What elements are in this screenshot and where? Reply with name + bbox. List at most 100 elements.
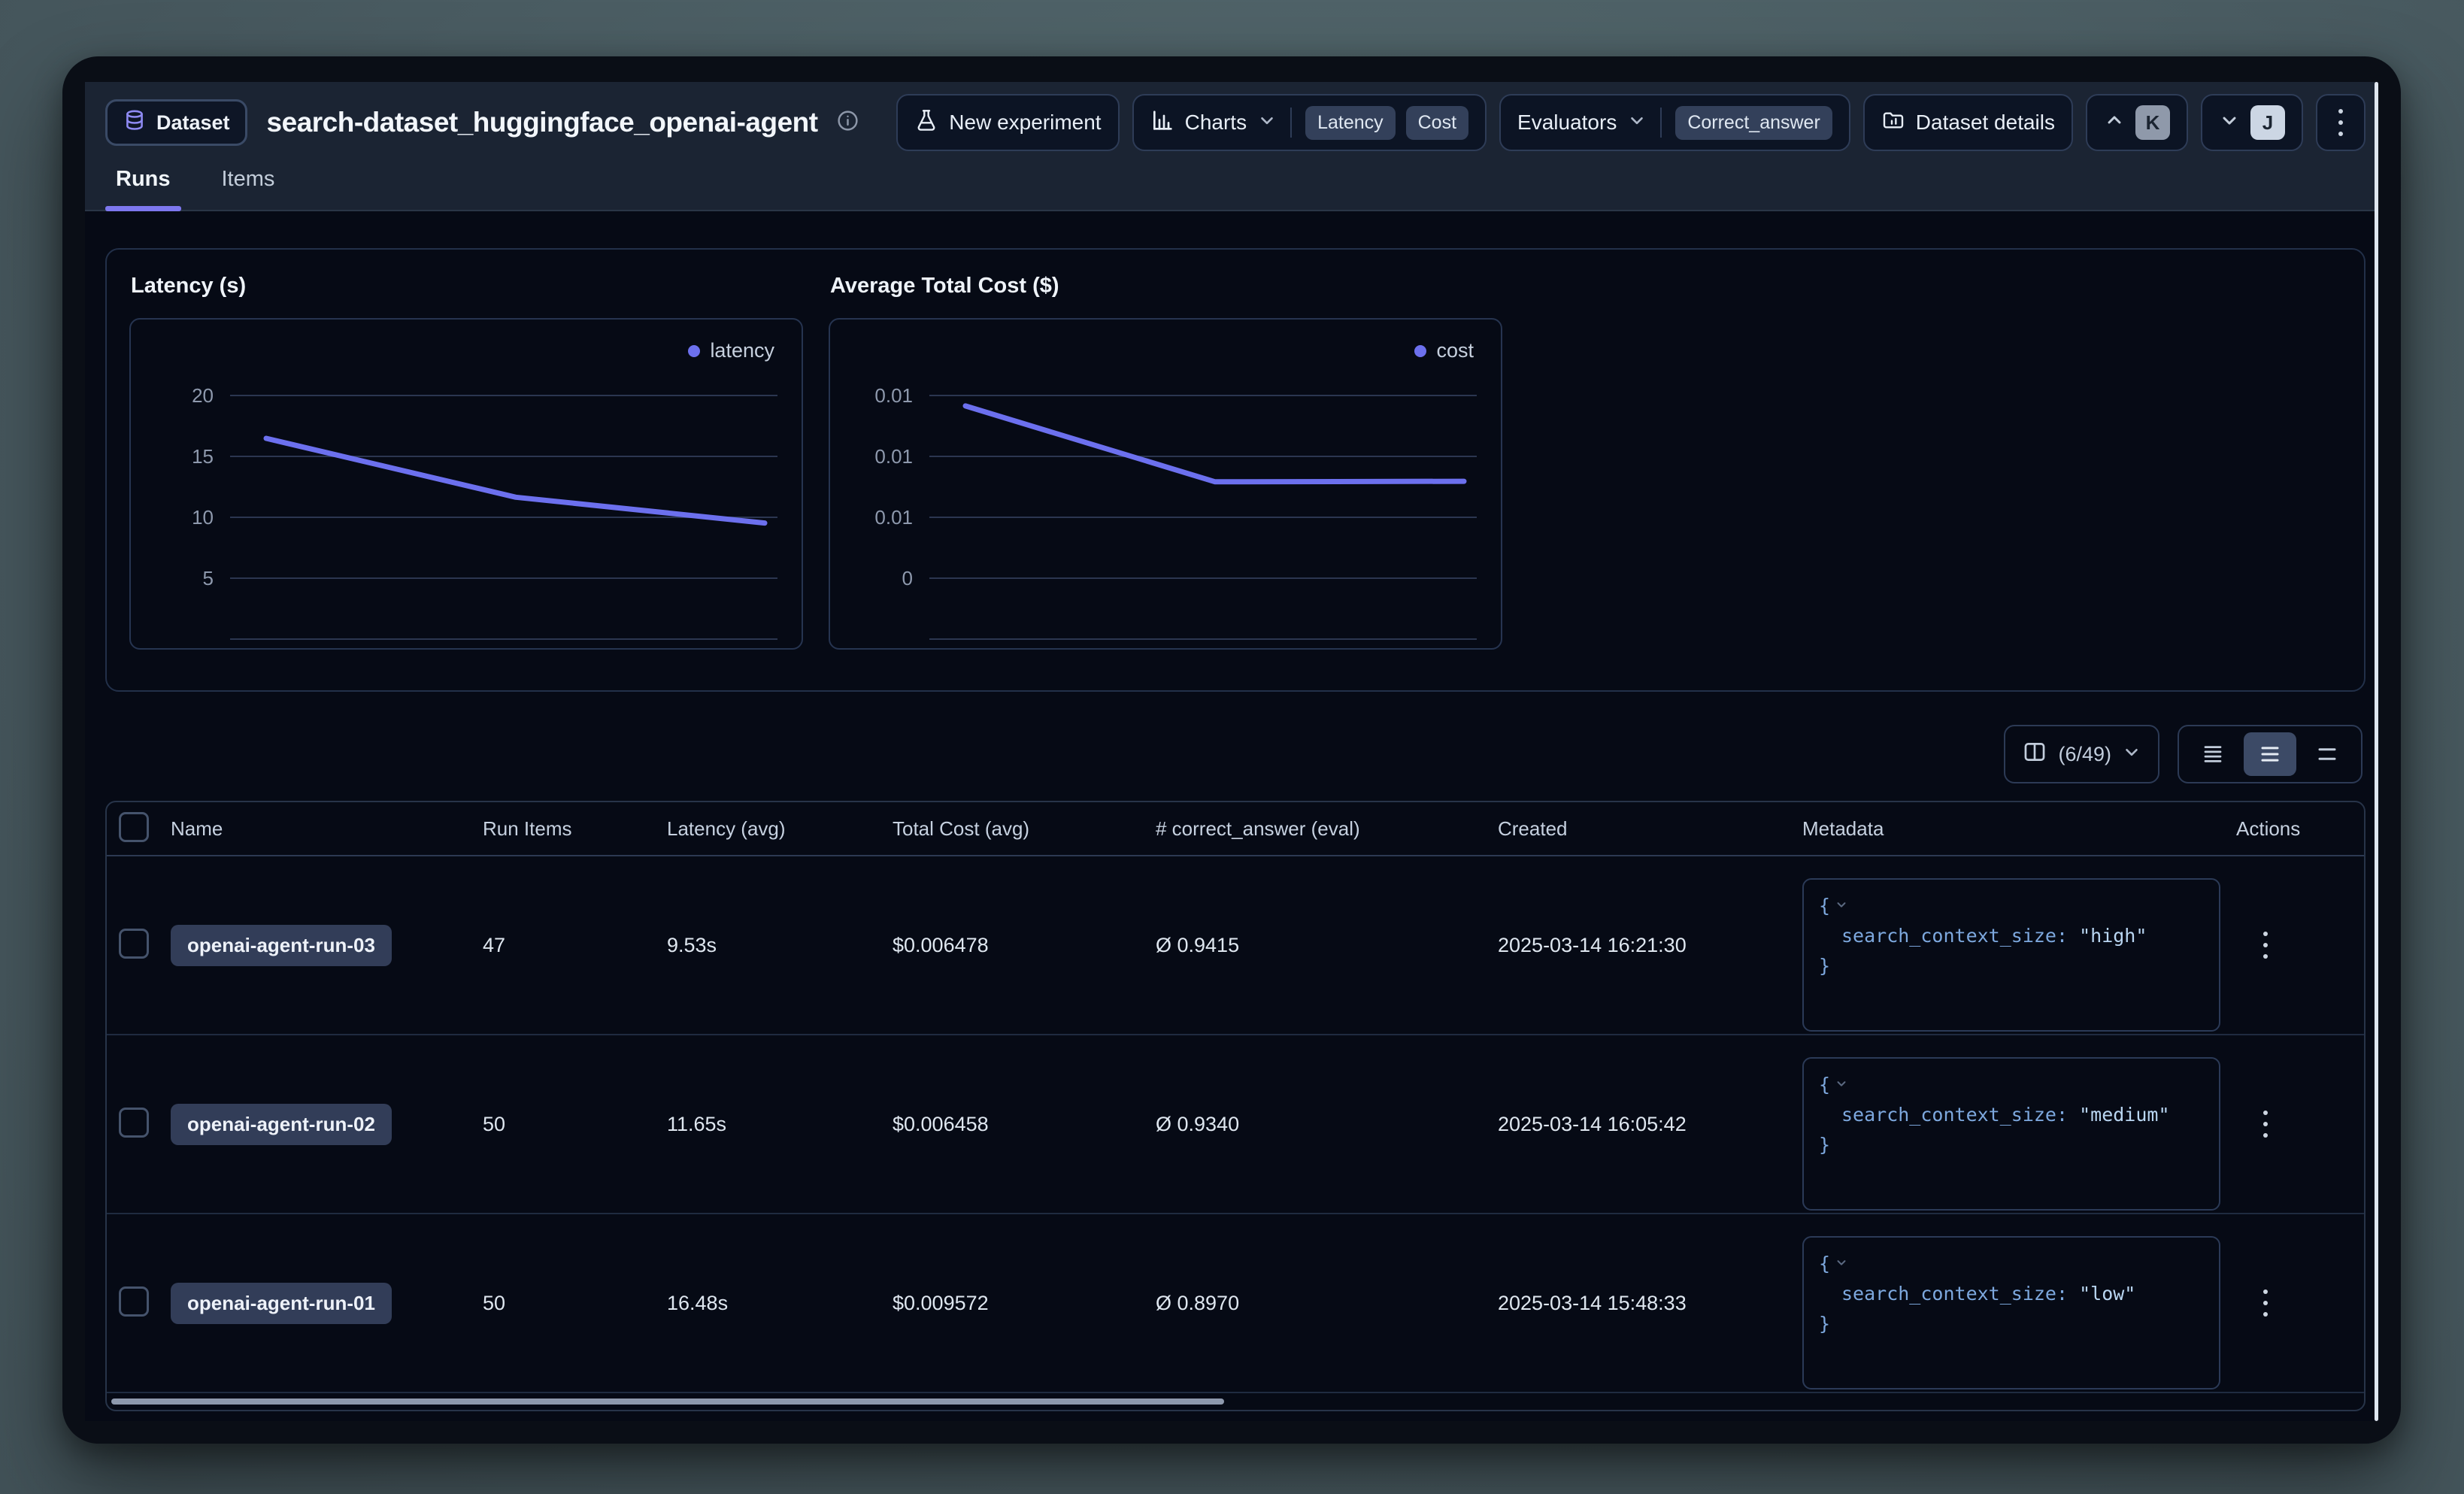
total-cost-cell: $0.006458 [893,1113,1156,1136]
empty-chart-slot [1528,268,2199,672]
bar-chart-icon [1150,108,1174,138]
new-experiment-label: New experiment [949,111,1101,135]
column-header-run-items[interactable]: Run Items [483,817,667,841]
vertical-scrollbar[interactable] [2375,82,2378,1421]
json-expand-chevron-icon[interactable] [1835,1248,1848,1278]
chevron-down-icon [1627,111,1647,135]
charts-label: Charts [1185,111,1247,135]
column-header-actions: Actions [2236,817,2364,841]
svg-text:0.01: 0.01 [874,384,913,407]
created-cell: 2025-03-14 15:48:33 [1498,1292,1802,1315]
json-value: "high" [2079,925,2147,947]
table-header-row: Name Run Items Latency (avg) Total Cost … [107,802,2364,856]
tab-items[interactable]: Items [211,167,286,210]
json-key: search_context_size: [1841,925,2068,947]
row-checkbox[interactable] [119,1286,149,1317]
row-actions-button[interactable] [2256,1282,2275,1324]
cost-legend: cost [1414,339,1474,362]
table-row[interactable]: openai-agent-run-01 50 16.48s $0.009572 … [107,1214,2364,1393]
charts-button[interactable]: Charts Latency Cost [1132,94,1487,151]
app-window: Dataset search-dataset_huggingface_opena… [62,56,2401,1444]
run-name-badge[interactable]: openai-agent-run-02 [171,1104,392,1145]
dataset-details-button[interactable]: Dataset details [1863,94,2073,151]
created-cell: 2025-03-14 16:21:30 [1498,934,1802,957]
run-items-cell: 50 [483,1292,667,1315]
new-experiment-button[interactable]: New experiment [896,94,1119,151]
cost-chip[interactable]: Cost [1406,106,1468,140]
json-value: "low" [2079,1283,2135,1305]
dataset-details-label: Dataset details [1916,111,2055,135]
total-cost-cell: $0.009572 [893,1292,1156,1315]
column-header-total-cost[interactable]: Total Cost (avg) [893,817,1156,841]
row-height-segmented-control [2178,725,2362,783]
row-height-small-option[interactable] [2187,732,2239,776]
column-header-created[interactable]: Created [1498,817,1802,841]
row-height-medium-option[interactable] [2244,732,2296,776]
metadata-json-box[interactable]: { search_context_size: "medium" } [1802,1057,2220,1211]
metadata-json-box[interactable]: { search_context_size: "low" } [1802,1236,2220,1389]
latency-cell: 11.65s [667,1113,893,1136]
row-checkbox[interactable] [119,1108,149,1138]
title-row: Dataset search-dataset_huggingface_opena… [105,94,859,151]
cost-chart-title: Average Total Cost ($) [830,274,1499,298]
json-close-brace: } [1819,955,1830,977]
dataset-badge-label: Dataset [156,111,230,135]
latency-legend: latency [688,339,774,362]
main-content: Latency (s) latency 2015105 Average Tota… [85,211,2378,1421]
evaluators-label: Evaluators [1517,111,1617,135]
svg-text:10: 10 [192,506,214,529]
metadata-json-box[interactable]: { search_context_size: "high" } [1802,878,2220,1032]
column-header-latency[interactable]: Latency (avg) [667,817,893,841]
json-open-brace: { [1819,1253,1830,1274]
horizontal-scrollbar[interactable] [111,1399,1224,1405]
latency-chip[interactable]: Latency [1305,106,1396,140]
latency-cell: 16.48s [667,1292,893,1315]
correct-answer-cell: Ø 0.8970 [1156,1292,1498,1315]
json-key: search_context_size: [1841,1104,2068,1126]
row-actions-button[interactable] [2256,1103,2275,1145]
more-options-button[interactable] [2316,94,2366,151]
chevron-down-icon [1257,111,1277,135]
row-actions-button[interactable] [2256,924,2275,966]
run-name-badge[interactable]: openai-agent-run-03 [171,925,392,966]
table-row[interactable]: openai-agent-run-02 50 11.65s $0.006458 … [107,1035,2364,1214]
latency-chart: latency 2015105 [129,318,803,650]
svg-text:20: 20 [192,384,214,407]
shortcut-key-j: J [2250,105,2285,140]
json-key: search_context_size: [1841,1283,2068,1305]
run-items-cell: 47 [483,934,667,957]
table-row[interactable]: openai-agent-run-03 47 9.53s $0.006478 Ø… [107,856,2364,1035]
column-header-name[interactable]: Name [171,817,483,841]
info-icon[interactable] [836,109,859,136]
chevron-down-icon [2219,110,2240,136]
columns-icon [2022,739,2047,770]
json-expand-chevron-icon[interactable] [1835,890,1848,920]
latency-chart-title: Latency (s) [131,274,800,298]
column-header-metadata[interactable]: Metadata [1802,817,2236,841]
correct-answer-chip[interactable]: Correct_answer [1675,106,1832,140]
svg-text:0: 0 [902,567,913,589]
tab-runs[interactable]: Runs [105,167,181,210]
header-actions: New experiment Charts Latency [896,94,2366,151]
dataset-badge[interactable]: Dataset [105,99,247,146]
run-name-badge[interactable]: openai-agent-run-01 [171,1283,392,1324]
evaluators-button[interactable]: Evaluators Correct_answer [1499,94,1850,151]
json-expand-chevron-icon[interactable] [1835,1069,1848,1099]
legend-dot-icon [1414,345,1426,357]
chevron-down-icon [2122,742,2141,767]
divider [1290,108,1292,138]
column-header-correct-answer[interactable]: # correct_answer (eval) [1156,817,1498,841]
latency-chart-section: Latency (s) latency 2015105 [129,268,800,672]
latency-cell: 9.53s [667,934,893,957]
json-value: "medium" [2079,1104,2169,1126]
legend-dot-icon [688,345,700,357]
chevron-up-icon [2104,110,2125,136]
row-height-large-option[interactable] [2301,732,2353,776]
columns-count-label: (6/49) [2058,743,2111,766]
json-open-brace: { [1819,895,1830,917]
select-all-checkbox[interactable] [119,812,149,842]
previous-run-shortcut-button[interactable]: K [2086,94,2188,151]
column-visibility-button[interactable]: (6/49) [2004,725,2159,783]
row-checkbox[interactable] [119,929,149,959]
next-run-shortcut-button[interactable]: J [2201,94,2303,151]
